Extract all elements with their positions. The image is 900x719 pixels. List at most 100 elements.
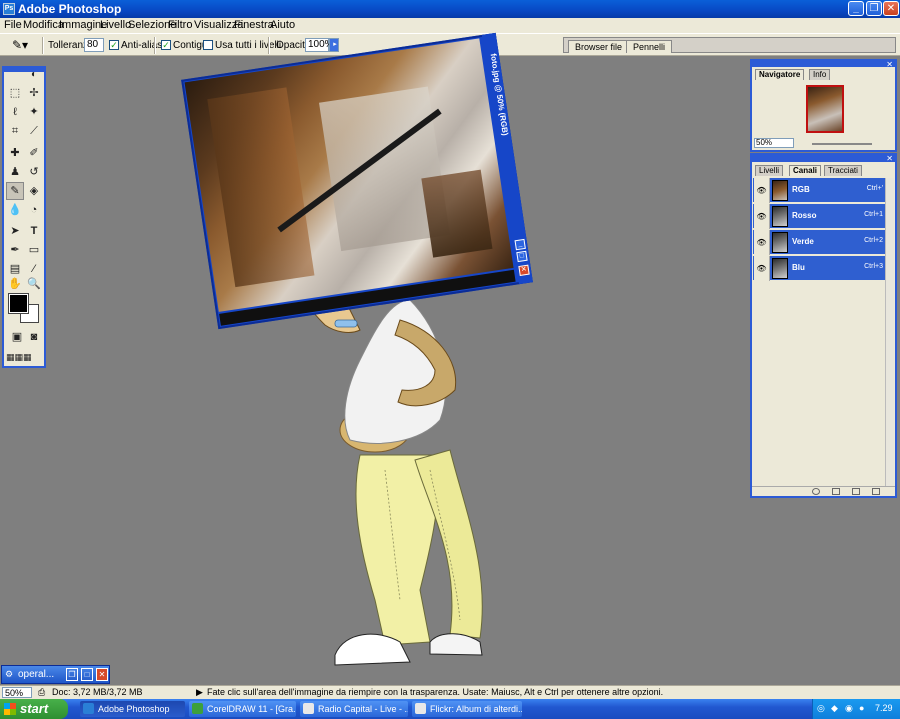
menu-filtro[interactable]: Filtro bbox=[168, 19, 192, 31]
tab-layers[interactable]: Livelli bbox=[755, 165, 784, 176]
start-button[interactable]: start bbox=[0, 699, 68, 719]
channel-shortcut: Ctrl+' bbox=[866, 185, 883, 192]
opacity-slider-arrow-icon[interactable]: ▸ bbox=[329, 38, 339, 52]
notes-tool-icon[interactable]: ▤ bbox=[6, 260, 24, 278]
trash-icon[interactable] bbox=[872, 488, 880, 495]
paint-bucket-tool-icon[interactable]: ◈ bbox=[25, 182, 43, 200]
menu-finestra[interactable]: Finestra bbox=[234, 19, 274, 31]
screen-mode-icon[interactable]: ▦▦▦ bbox=[6, 350, 32, 364]
panel-scrollbar[interactable] bbox=[885, 178, 894, 486]
close-button[interactable]: ✕ bbox=[883, 1, 899, 16]
eye-icon[interactable]: 👁 bbox=[754, 204, 770, 229]
navigator-zoom-slider[interactable] bbox=[812, 143, 872, 145]
eye-icon[interactable]: 👁 bbox=[754, 230, 770, 255]
document-photo-canvas[interactable] bbox=[184, 38, 514, 312]
all-layers-checkbox[interactable] bbox=[203, 40, 213, 50]
menu-aiuto[interactable]: Aiuto bbox=[270, 19, 295, 31]
well-tab-brushes[interactable]: Pennelli bbox=[626, 40, 673, 53]
menu-file[interactable]: File bbox=[4, 19, 22, 31]
tab-info[interactable]: Info bbox=[809, 69, 831, 80]
opacity-input[interactable]: 100% bbox=[305, 38, 334, 52]
channel-shortcut: Ctrl+1 bbox=[864, 211, 883, 218]
new-channel-icon[interactable] bbox=[852, 488, 860, 495]
coreldraw-icon bbox=[192, 703, 203, 714]
contiguous-checkbox[interactable]: ✓ bbox=[161, 40, 171, 50]
document-maximize-icon[interactable]: □ bbox=[516, 250, 528, 263]
healing-brush-tool-icon[interactable]: ✚ bbox=[6, 144, 24, 162]
close-icon[interactable]: ✕ bbox=[96, 668, 108, 681]
tab-paths[interactable]: Tracciati bbox=[824, 165, 862, 176]
antialias-checkbox[interactable]: ✓ bbox=[109, 40, 119, 50]
eyedropper-tool-icon[interactable]: ⁄ bbox=[25, 260, 43, 278]
navigator-thumbnail[interactable] bbox=[806, 85, 844, 133]
taskbar-item-photoshop[interactable]: Adobe Photoshop bbox=[80, 701, 185, 717]
shield-icon[interactable]: ◆ bbox=[831, 703, 838, 714]
magic-eraser-icon[interactable]: ✎▾ bbox=[12, 38, 28, 52]
panel-close-icon[interactable]: ✕ bbox=[886, 154, 893, 163]
photoshop-app-icon: Ps bbox=[3, 3, 15, 15]
taskbar-item-flickr[interactable]: Flickr: Album di alterdi... bbox=[412, 701, 522, 717]
load-selection-icon[interactable] bbox=[812, 488, 820, 495]
system-tray: ◎ ◆ ◉ ● 7.29 bbox=[812, 699, 900, 719]
volume-icon[interactable]: ◉ bbox=[845, 703, 853, 714]
browser-icon bbox=[415, 703, 426, 714]
history-brush-tool-icon[interactable]: ↺ bbox=[25, 163, 43, 181]
tab-channels[interactable]: Canali bbox=[789, 165, 822, 176]
pen-tool-icon[interactable]: ✒ bbox=[6, 241, 24, 259]
status-zoom-input[interactable]: 50% bbox=[2, 687, 32, 698]
path-selection-tool-icon[interactable]: ➤ bbox=[6, 222, 24, 240]
channel-name: RGB bbox=[792, 185, 810, 194]
taskbar-item-coreldraw[interactable]: CorelDRAW 11 - [Gra... bbox=[189, 701, 296, 717]
restore-button[interactable]: ❐ bbox=[866, 1, 882, 16]
eye-icon[interactable]: 👁 bbox=[754, 256, 770, 281]
menu-livello[interactable]: Livello bbox=[100, 19, 131, 31]
document-window[interactable]: foto.jpg @ 50% (RGB) _ □ ✕ bbox=[181, 32, 533, 330]
play-arrow-icon[interactable]: ▶ bbox=[196, 687, 203, 698]
maximize-icon[interactable]: □ bbox=[81, 668, 93, 681]
type-tool-icon[interactable]: T bbox=[25, 222, 43, 240]
panel-close-icon[interactable]: ✕ bbox=[886, 60, 893, 69]
hand-tool-icon[interactable]: ✋ bbox=[6, 277, 24, 291]
zoom-tool-icon[interactable]: 🔍 bbox=[25, 277, 43, 291]
quick-mask-mode-icon[interactable]: ◙ bbox=[25, 330, 43, 344]
standard-mode-icon[interactable]: ▣ bbox=[8, 330, 26, 344]
channel-row-rgb[interactable]: 👁 RGB Ctrl+' bbox=[753, 178, 886, 203]
network-icon[interactable]: ◎ bbox=[817, 703, 825, 714]
save-selection-icon[interactable] bbox=[832, 488, 840, 495]
crop-tool-icon[interactable]: ⌗ bbox=[6, 122, 24, 140]
status-info-icon[interactable]: ⎙ bbox=[38, 687, 45, 698]
move-tool-icon[interactable]: ✢ bbox=[25, 84, 43, 102]
channel-row-blue[interactable]: 👁 Blu Ctrl+3 bbox=[753, 256, 886, 281]
restore-icon[interactable]: ❐ bbox=[66, 668, 78, 681]
adobe-online-icon[interactable]: ◐ bbox=[24, 68, 44, 82]
channels-panel: Livelli Canali Tracciati ✕ 👁 RGB Ctrl+' … bbox=[750, 153, 897, 498]
minimize-button[interactable]: _ bbox=[848, 1, 864, 16]
task-label: CorelDRAW 11 - [Gra... bbox=[207, 704, 296, 714]
eye-icon[interactable]: 👁 bbox=[754, 178, 770, 203]
minimized-document-window[interactable]: ⚙ operal... ❐ □ ✕ bbox=[1, 665, 110, 684]
channel-row-green[interactable]: 👁 Verde Ctrl+2 bbox=[753, 230, 886, 255]
marquee-tool-icon[interactable]: ⬚ bbox=[6, 84, 24, 102]
lasso-tool-icon[interactable]: ℓ bbox=[6, 103, 24, 121]
task-label: Flickr: Album di alterdi... bbox=[430, 704, 522, 714]
tab-navigator[interactable]: Navigatore bbox=[755, 69, 805, 80]
menu-modifica[interactable]: Modifica bbox=[23, 19, 64, 31]
tolerance-input[interactable]: 80 bbox=[84, 38, 104, 52]
shape-tool-icon[interactable]: ▭ bbox=[25, 241, 43, 259]
document-close-icon[interactable]: ✕ bbox=[518, 264, 530, 276]
blur-tool-icon[interactable]: 💧 bbox=[6, 201, 24, 219]
well-tab-file-browser[interactable]: Browser file bbox=[568, 40, 630, 53]
channel-thumbnail bbox=[772, 258, 788, 279]
messenger-icon[interactable]: ● bbox=[859, 703, 864, 713]
navigator-zoom-input[interactable]: 50% bbox=[754, 138, 794, 148]
dodge-tool-icon[interactable]: ◔ bbox=[25, 201, 43, 219]
slice-tool-icon[interactable]: ⟋ bbox=[25, 122, 43, 140]
magic-wand-tool-icon[interactable]: ✦ bbox=[25, 103, 43, 121]
document-minimize-icon[interactable]: _ bbox=[514, 238, 526, 251]
brush-tool-icon[interactable]: ✐ bbox=[25, 144, 43, 162]
eraser-tool-icon[interactable]: ✎ bbox=[6, 182, 24, 200]
clone-stamp-tool-icon[interactable]: ♟ bbox=[6, 163, 24, 181]
foreground-color-swatch[interactable] bbox=[8, 293, 29, 314]
taskbar-item-radio-capital[interactable]: Radio Capital - Live - ... bbox=[300, 701, 408, 717]
channel-row-red[interactable]: 👁 Rosso Ctrl+1 bbox=[753, 204, 886, 229]
